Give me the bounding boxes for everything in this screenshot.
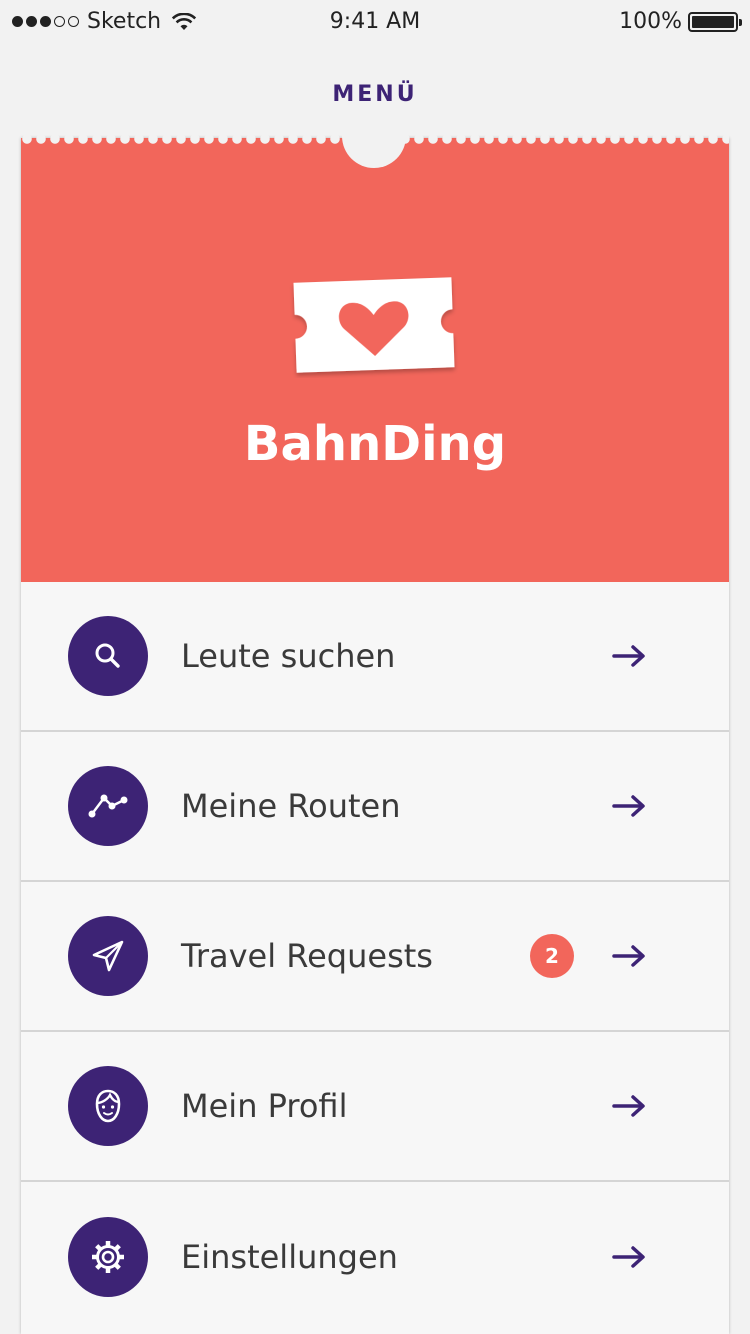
menu-item-meine-routen[interactable]: Meine Routen xyxy=(21,732,729,882)
paper-plane-icon xyxy=(68,916,148,996)
status-bar-right: 100% xyxy=(619,9,742,34)
status-bar: Sketch 9:41 AM 100% xyxy=(0,0,750,44)
notification-badge: 2 xyxy=(530,934,574,978)
menu-item-einstellungen[interactable]: Einstellungen xyxy=(21,1182,729,1332)
arrow-right-icon xyxy=(612,1095,645,1117)
battery-percentage: 100% xyxy=(619,9,682,34)
battery-icon xyxy=(688,11,742,32)
menu-item-label: Travel Requests xyxy=(181,937,433,975)
route-icon xyxy=(68,766,148,846)
menu-item-label: Einstellungen xyxy=(181,1238,398,1276)
menu-item-label: Meine Routen xyxy=(181,787,401,825)
ticket-heart-icon xyxy=(293,277,455,373)
hero-banner: BahnDing xyxy=(21,104,729,582)
arrow-right-icon xyxy=(612,645,645,667)
arrow-right-icon xyxy=(612,795,645,817)
menu-card: BahnDing Leute suchen Meine Routen Trave… xyxy=(21,104,729,1334)
app-name: BahnDing xyxy=(243,416,507,472)
menu-item-label: Leute suchen xyxy=(181,637,396,675)
search-icon xyxy=(68,616,148,696)
menu-item-travel-requests[interactable]: Travel Requests 2 xyxy=(21,882,729,1032)
gear-icon xyxy=(68,1217,148,1297)
arrow-right-icon xyxy=(612,1246,645,1268)
menu-item-mein-profil[interactable]: Mein Profil xyxy=(21,1032,729,1182)
arrow-right-icon xyxy=(612,945,645,967)
profile-face-icon xyxy=(68,1066,148,1146)
menu-item-label: Mein Profil xyxy=(181,1087,348,1125)
menu-item-leute-suchen[interactable]: Leute suchen xyxy=(21,582,729,732)
ticket-notch xyxy=(342,104,406,168)
